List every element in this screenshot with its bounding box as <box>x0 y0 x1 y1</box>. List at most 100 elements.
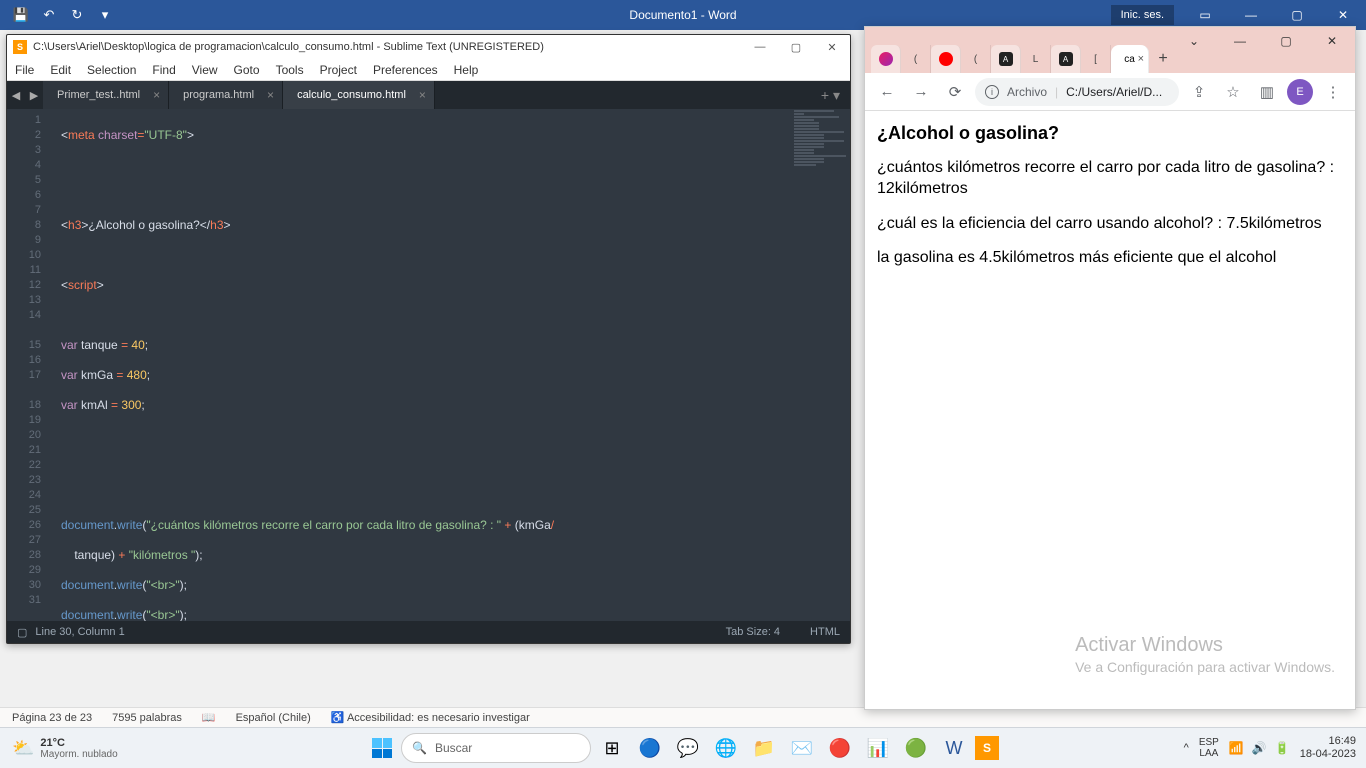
menu-project[interactable]: Project <box>320 63 357 77</box>
cursor-position[interactable]: Line 30, Column 1 <box>35 626 124 638</box>
redo-icon[interactable]: ↻ <box>66 4 88 26</box>
chrome-titlebar: ⌄ — ▢ ✕ <box>865 27 1355 39</box>
tab-close-icon[interactable]: × <box>419 88 426 102</box>
taskbar: ⛅ 21°C Mayorm. nublado 🔍Buscar ⊞ 🔵 💬 🌐 📁… <box>0 727 1366 768</box>
sublime-statusbar: ▢ Line 30, Column 1 Tab Size: 4 HTML <box>7 621 850 643</box>
page-count[interactable]: Página 23 de 23 <box>12 712 92 724</box>
save-icon[interactable]: 💾 <box>10 4 32 26</box>
weather-widget[interactable]: ⛅ 21°C Mayorm. nublado <box>0 737 118 760</box>
share-icon[interactable]: ⇪ <box>1185 78 1213 106</box>
chrome-taskbar-icon[interactable]: 🔴 <box>823 731 857 765</box>
tab-pinned-4[interactable]: A <box>1051 45 1081 73</box>
bookmark-icon[interactable]: ☆ <box>1219 78 1247 106</box>
tray-chevron-icon[interactable]: ^ <box>1184 742 1189 754</box>
tab-size[interactable]: Tab Size: 4 <box>726 626 780 638</box>
output-line-1: ¿cuántos kilómetros recorre el carro por… <box>877 158 1343 200</box>
chr-maximize-icon[interactable]: ▢ <box>1263 27 1309 55</box>
sign-in-button[interactable]: Inic. ses. <box>1111 5 1174 25</box>
sidebar-toggle-icon[interactable]: ▢ <box>17 626 27 639</box>
tab-add-icon[interactable]: + ▾ <box>811 87 850 104</box>
app-icon-1[interactable]: 📊 <box>861 731 895 765</box>
subl-minimize-icon[interactable]: — <box>742 35 778 59</box>
word-doc-title: Documento1 - Word <box>629 8 736 22</box>
tab-primer-test[interactable]: Primer_test..html× <box>43 81 169 109</box>
language-indicator[interactable]: ESPLAA <box>1199 737 1219 759</box>
chr-close-icon[interactable]: ✕ <box>1309 27 1355 55</box>
addr-path: C:/Users/Ariel/D... <box>1066 85 1162 99</box>
page-content: ¿Alcohol o gasolina? ¿cuántos kilómetros… <box>865 111 1355 295</box>
sublime-window: S C:\Users\Ariel\Desktop\logica de progr… <box>6 34 851 644</box>
word-taskbar-icon[interactable]: W <box>937 731 971 765</box>
tab-next-icon[interactable]: ▶ <box>25 89 43 102</box>
chrome-toolbar: ← → ⟳ i Archivo | C:/Users/Ariel/D... ⇪ … <box>865 73 1355 111</box>
volume-icon[interactable]: 🔊 <box>1252 741 1267 755</box>
sublime-menubar: File Edit Selection Find View Goto Tools… <box>7 59 850 81</box>
menu-selection[interactable]: Selection <box>87 63 136 77</box>
tab-close-icon[interactable]: × <box>267 88 274 102</box>
menu-preferences[interactable]: Preferences <box>373 63 438 77</box>
menu-file[interactable]: File <box>15 63 34 77</box>
tab-calculo-consumo[interactable]: calculo_consumo.html× <box>283 81 435 109</box>
system-tray[interactable]: 📶 🔊 🔋 <box>1229 741 1290 755</box>
sublime-taskbar-icon[interactable]: S <box>975 736 999 760</box>
tab-pinned-2[interactable] <box>931 45 961 73</box>
address-bar[interactable]: i Archivo | C:/Users/Ariel/D... <box>975 78 1179 106</box>
tab-label-bracket[interactable]: [ <box>1081 45 1111 73</box>
back-icon[interactable]: ← <box>873 78 901 106</box>
menu-edit[interactable]: Edit <box>50 63 71 77</box>
forward-icon[interactable]: → <box>907 78 935 106</box>
chr-dropdown-icon[interactable]: ⌄ <box>1171 27 1217 55</box>
undo-icon[interactable]: ↶ <box>38 4 60 26</box>
menu-view[interactable]: View <box>192 63 218 77</box>
wifi-icon[interactable]: 📶 <box>1229 741 1244 755</box>
minimap[interactable] <box>790 109 850 621</box>
tab-pinned-1[interactable] <box>871 45 901 73</box>
tab-close-icon[interactable]: × <box>1138 53 1144 65</box>
sidepanel-icon[interactable]: ▥ <box>1253 78 1281 106</box>
tab-active[interactable]: ca× <box>1111 45 1149 73</box>
menu-find[interactable]: Find <box>152 63 175 77</box>
clock[interactable]: 16:49 18-04-2023 <box>1300 735 1356 761</box>
start-button[interactable] <box>367 733 397 763</box>
tab-label-l[interactable]: L <box>1021 45 1051 73</box>
taskbar-search[interactable]: 🔍Buscar <box>401 733 591 763</box>
chrome-running-icon[interactable]: 🟢 <box>899 731 933 765</box>
subl-maximize-icon[interactable]: ▢ <box>778 35 814 59</box>
task-view-icon[interactable]: ⊞ <box>595 731 629 765</box>
widgets-icon[interactable]: 🔵 <box>633 731 667 765</box>
word-count[interactable]: 7595 palabras <box>112 712 182 724</box>
tab-group-label-1[interactable]: ( <box>901 45 931 73</box>
mail-icon[interactable]: ✉️ <box>785 731 819 765</box>
subl-close-icon[interactable]: ✕ <box>814 35 850 59</box>
reload-icon[interactable]: ⟳ <box>941 78 969 106</box>
battery-icon[interactable]: 🔋 <box>1275 741 1290 755</box>
weather-icon: ⛅ <box>12 738 34 759</box>
syntax-mode[interactable]: HTML <box>810 626 840 638</box>
tab-pinned-3[interactable]: A <box>991 45 1021 73</box>
explorer-icon[interactable]: 📁 <box>747 731 781 765</box>
site-info-icon[interactable]: i <box>985 85 999 99</box>
menu-help[interactable]: Help <box>454 63 479 77</box>
chat-icon[interactable]: 💬 <box>671 731 705 765</box>
output-line-3: la gasolina es 4.5kilómetros más eficien… <box>877 248 1343 269</box>
addr-scheme: Archivo <box>1007 85 1047 99</box>
tab-group-label-2[interactable]: ( <box>961 45 991 73</box>
menu-goto[interactable]: Goto <box>234 63 260 77</box>
chr-minimize-icon[interactable]: — <box>1217 27 1263 55</box>
edge-icon[interactable]: 🌐 <box>709 731 743 765</box>
menu-icon[interactable]: ⋮ <box>1319 78 1347 106</box>
language-status[interactable]: Español (Chile) <box>236 712 311 724</box>
qat-dropdown-icon[interactable]: ▾ <box>94 4 116 26</box>
tab-prev-icon[interactable]: ◀ <box>7 89 25 102</box>
editor-area[interactable]: 1234567891011121314151617181920212223242… <box>7 109 850 621</box>
spellcheck-icon[interactable]: 📖 <box>202 711 216 724</box>
search-icon: 🔍 <box>412 741 427 755</box>
tab-programa[interactable]: programa.html× <box>169 81 283 109</box>
code-content[interactable]: <meta charset="UTF-8"> <h3>¿Alcohol o ga… <box>51 109 850 621</box>
accessibility-status[interactable]: ♿ Accesibilidad: es necesario investigar <box>331 711 530 724</box>
sublime-app-icon: S <box>13 40 27 54</box>
tab-close-icon[interactable]: × <box>153 88 160 102</box>
menu-tools[interactable]: Tools <box>276 63 304 77</box>
profile-avatar[interactable]: E <box>1287 79 1313 105</box>
output-line-2: ¿cuál es la eficiencia del carro usando … <box>877 214 1343 235</box>
